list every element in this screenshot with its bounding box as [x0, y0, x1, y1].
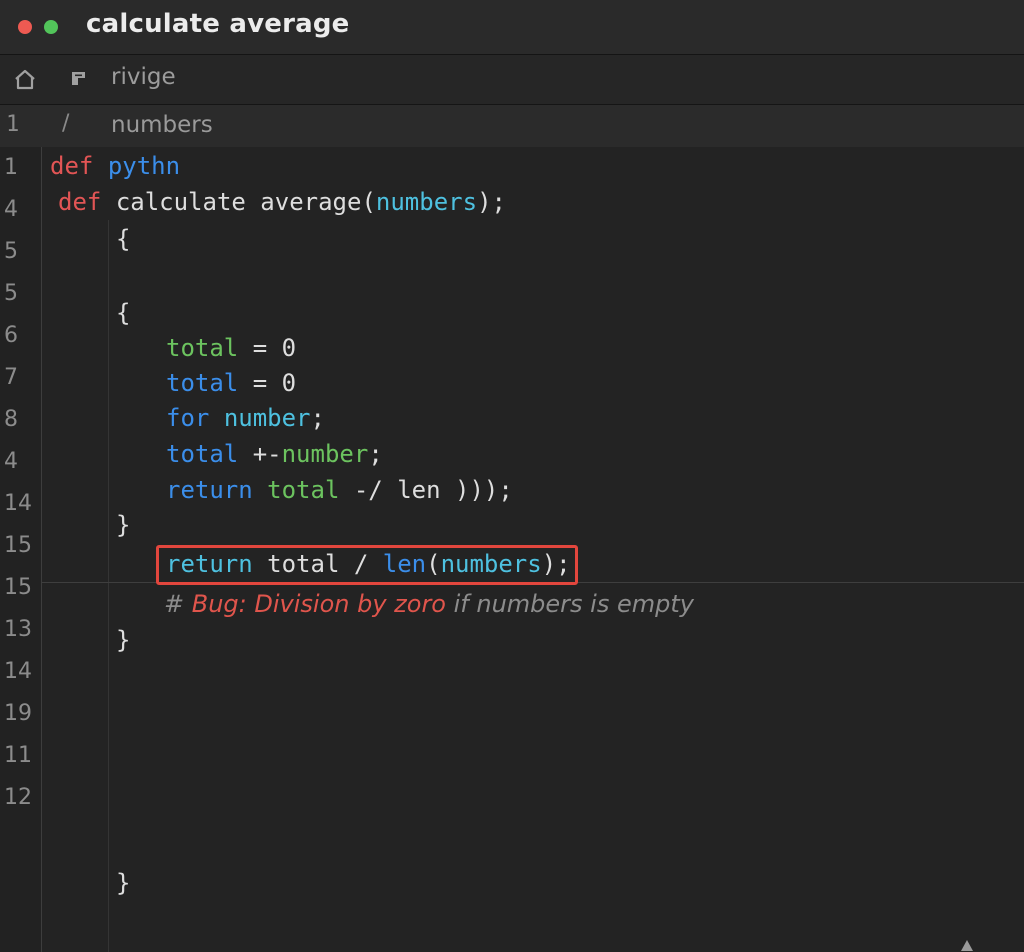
comment-hash: #	[164, 590, 192, 618]
punctuation: ;	[310, 404, 325, 432]
code-line: def pythn	[50, 151, 180, 181]
identifier: pythn	[107, 152, 181, 180]
code-line: }	[116, 511, 131, 539]
code-line: for number;	[166, 403, 325, 433]
keyword-return: return	[166, 476, 253, 504]
file-icon[interactable]	[67, 68, 91, 92]
breadcrumb-label[interactable]: rivige	[111, 64, 176, 90]
line-number: 15	[4, 533, 32, 558]
path-separator: /	[62, 111, 70, 136]
code-line: return total -/ len )));	[166, 475, 513, 505]
line-number: 14	[4, 659, 32, 684]
title-bar: calculate average	[0, 0, 1024, 55]
window-title: calculate average	[86, 9, 350, 39]
path-line-number: 1	[6, 112, 20, 137]
close-window-button[interactable]	[18, 20, 32, 34]
line-number: 14	[4, 491, 32, 516]
punctuation: );	[477, 188, 506, 216]
code-line: total = 0	[166, 333, 296, 363]
keyword-def: def	[50, 152, 94, 180]
comment-text: if numbers is empty	[446, 590, 694, 618]
variable: total	[267, 476, 340, 504]
line-number-gutter: 1 4 5 5 6 7 8 4 14 15 15 13 14 19 11 12	[0, 147, 42, 952]
line-number: 4	[4, 197, 18, 222]
line-number: 1	[4, 155, 18, 180]
function-name: calculate average(	[115, 188, 376, 216]
path-label[interactable]: numbers	[111, 112, 213, 138]
breadcrumb-bar: rivige	[0, 55, 1024, 105]
line-number: 19	[4, 701, 32, 726]
scroll-up-icon[interactable]	[958, 938, 976, 952]
bug-highlight-box	[156, 545, 578, 585]
code-line: total = 0	[166, 368, 296, 398]
code-line: def calculate average(numbers);	[58, 187, 506, 217]
line-number: 13	[4, 617, 32, 642]
keyword-def: def	[58, 188, 102, 216]
line-number: 15	[4, 575, 32, 600]
code-text: -/ len )));	[339, 476, 513, 504]
code-line: {	[116, 299, 131, 327]
variable: total	[166, 440, 239, 468]
line-number: 6	[4, 323, 18, 348]
path-bar: 1 / numbers	[0, 105, 1024, 147]
line-number: 12	[4, 785, 32, 810]
variable: number	[223, 404, 311, 432]
line-number: 5	[4, 281, 18, 306]
operator: +-	[238, 440, 282, 468]
code-line: }	[116, 869, 131, 897]
keyword-for: for	[166, 404, 210, 432]
code-text: = 0	[238, 334, 297, 362]
variable: number	[281, 440, 369, 468]
parameter: numbers	[375, 188, 478, 216]
line-number: 11	[4, 743, 32, 768]
variable: total	[166, 369, 239, 397]
comment-line: # Bug: Division by zoro if numbers is em…	[164, 589, 694, 619]
bug-annotation: Bug: Division by zoro	[191, 590, 446, 618]
line-number: 8	[4, 407, 18, 432]
home-icon[interactable]	[13, 68, 37, 92]
punctuation: ;	[368, 440, 383, 468]
code-line: total +-number;	[166, 439, 383, 469]
indent-guide	[108, 220, 109, 952]
line-number: 7	[4, 365, 18, 390]
maximize-window-button[interactable]	[44, 20, 58, 34]
line-number: 5	[4, 239, 18, 264]
variable: total	[166, 334, 239, 362]
code-text: = 0	[238, 369, 297, 397]
code-line: {	[116, 225, 131, 253]
line-number: 4	[4, 449, 18, 474]
code-line: }	[116, 626, 131, 654]
